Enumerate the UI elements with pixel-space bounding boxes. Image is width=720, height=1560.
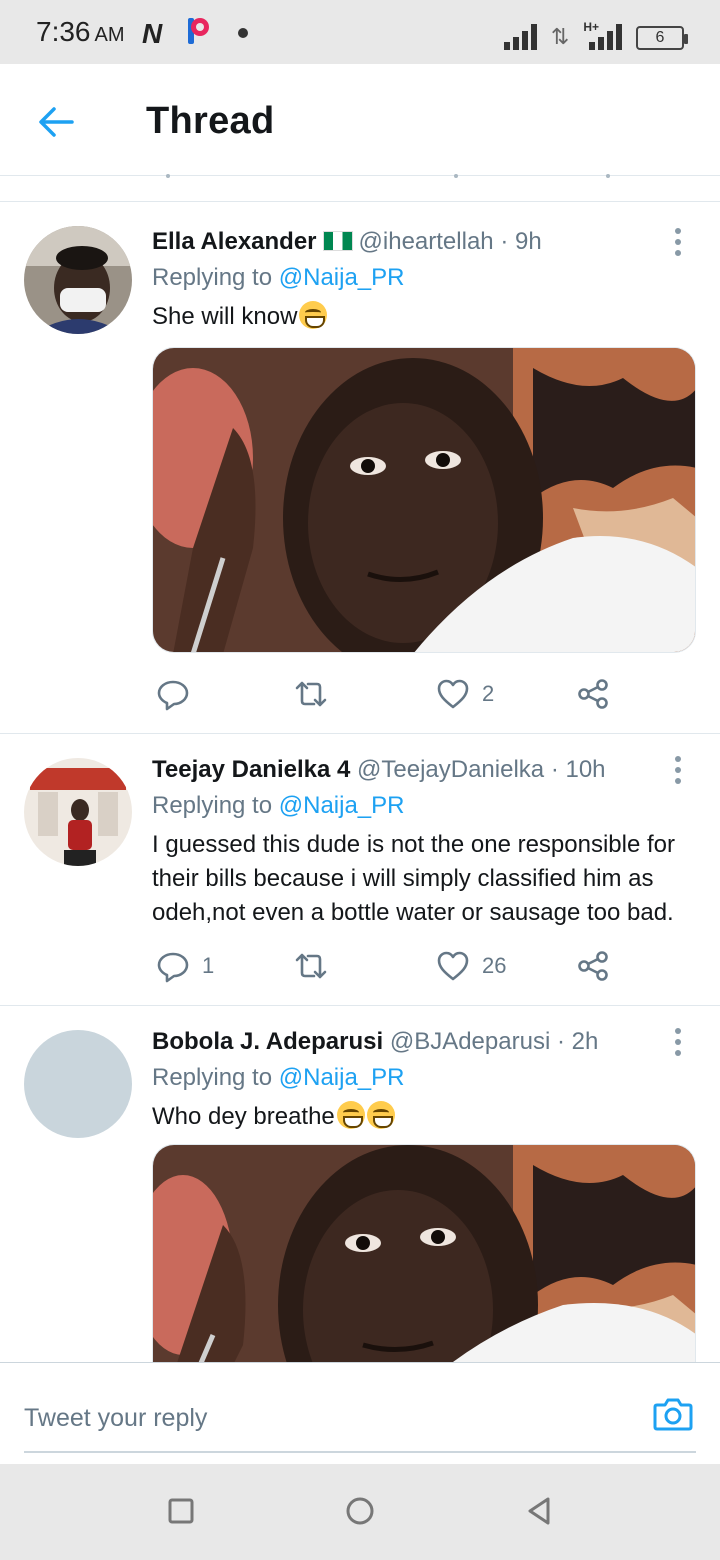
- author-name[interactable]: Bobola J. Adeparusi: [152, 1028, 383, 1055]
- camera-icon[interactable]: [652, 1393, 694, 1435]
- mention-link[interactable]: @Naija_PR: [279, 792, 405, 819]
- tweet-time: 2h: [571, 1028, 599, 1055]
- mention-link[interactable]: @Naija_PR: [279, 264, 405, 291]
- tweet-text-content: She will know: [152, 303, 298, 330]
- avatar[interactable]: [24, 1030, 132, 1138]
- home-icon[interactable]: [343, 1494, 377, 1528]
- status-time: 7:36 AM: [36, 16, 125, 47]
- notification-n-icon: N: [142, 18, 163, 49]
- page-title: Thread: [146, 100, 275, 142]
- tweet-actions: 1 26: [152, 946, 672, 986]
- tweet-text: She will know: [152, 300, 700, 334]
- tweet-text-content: Who dey breathe: [152, 1103, 335, 1130]
- avatar[interactable]: [24, 226, 132, 334]
- separator: ·: [556, 1028, 565, 1055]
- more-vertical-icon[interactable]: [668, 224, 688, 260]
- notification-p-icon: [188, 18, 209, 44]
- author-handle[interactable]: @iheartellah: [359, 228, 494, 255]
- share-icon: [578, 679, 608, 709]
- replying-prefix: Replying to: [152, 792, 273, 819]
- arrow-left-icon[interactable]: [34, 102, 78, 142]
- like-button[interactable]: 2: [436, 674, 494, 714]
- author-handle[interactable]: @BJAdeparusi: [390, 1028, 550, 1055]
- tweet[interactable]: Bobola J. Adeparusi @BJAdeparusi · 2h Re…: [0, 1006, 720, 1362]
- share-icon: [578, 951, 608, 981]
- author-name[interactable]: Ella Alexander: [152, 228, 317, 255]
- retweet-button[interactable]: [294, 674, 340, 714]
- laughing-emoji-icon: [299, 301, 328, 329]
- tweet-actions: 2: [152, 674, 672, 714]
- battery-icon: 6: [636, 26, 688, 50]
- previous-tweet-edge: [0, 174, 720, 202]
- mention-link[interactable]: @Naija_PR: [279, 1064, 405, 1091]
- retweet-icon: [295, 681, 327, 707]
- tweet-text: Who dey breathe: [152, 1100, 700, 1134]
- signal-icon: [503, 24, 537, 50]
- author-name[interactable]: Teejay Danielka 4: [152, 756, 350, 783]
- tweet-image[interactable]: [152, 347, 696, 653]
- more-vertical-icon[interactable]: [668, 1024, 688, 1060]
- tweet-header: Bobola J. Adeparusi @BJAdeparusi · 2h: [152, 1028, 598, 1056]
- share-button[interactable]: [576, 674, 610, 714]
- tweet-time: 9h: [514, 228, 542, 255]
- tweet[interactable]: Ella Alexander @iheartellah · 9h Replying…: [0, 202, 720, 734]
- reply-button[interactable]: 1: [156, 946, 214, 986]
- tweet-image[interactable]: [152, 1144, 696, 1362]
- author-handle[interactable]: @TeejayDanielka: [357, 756, 544, 783]
- reply-count: 1: [202, 953, 215, 978]
- replying-prefix: Replying to: [152, 264, 273, 291]
- avatar[interactable]: [24, 758, 132, 866]
- status-bar: 7:36 AM N ⇅ H+ 6: [0, 0, 720, 64]
- replying-to: Replying to @Naija_PR: [152, 264, 405, 292]
- separator: ·: [500, 228, 509, 255]
- share-button[interactable]: [576, 946, 610, 986]
- separator: ·: [550, 756, 559, 783]
- reply-input[interactable]: [24, 1385, 696, 1453]
- replying-to: Replying to @Naija_PR: [152, 792, 405, 820]
- reply-button[interactable]: [156, 674, 202, 714]
- network-type-label: H+: [583, 20, 599, 34]
- reply-icon: [157, 680, 189, 711]
- retweet-icon: [295, 953, 327, 979]
- grinning-emoji-icon: [366, 1101, 395, 1129]
- replying-prefix: Replying to: [152, 1064, 273, 1091]
- tweet-header: Teejay Danielka 4 @TeejayDanielka · 10h: [152, 756, 606, 784]
- tweet-time: 10h: [565, 756, 606, 783]
- reply-bar: [0, 1362, 720, 1464]
- replying-to: Replying to @Naija_PR: [152, 1064, 405, 1092]
- notification-dot-icon: [238, 28, 248, 38]
- tweet-text: I guessed this dude is not the one respo…: [152, 831, 676, 926]
- thread-header: Thread: [0, 64, 720, 176]
- more-vertical-icon[interactable]: [668, 752, 688, 788]
- like-button[interactable]: 26: [436, 946, 506, 986]
- system-nav-bar: [0, 1464, 720, 1560]
- nigeria-flag-icon: [322, 231, 353, 251]
- tweet-header: Ella Alexander @iheartellah · 9h: [152, 228, 542, 256]
- tweet[interactable]: Teejay Danielka 4 @TeejayDanielka · 10h …: [0, 734, 720, 1006]
- like-count: 2: [482, 681, 495, 706]
- like-count: 26: [482, 953, 507, 978]
- status-indicators: ⇅ H+ 6: [503, 14, 688, 50]
- retweet-button[interactable]: [294, 946, 340, 986]
- heart-icon: [437, 679, 469, 709]
- grinning-emoji-icon: [336, 1101, 365, 1129]
- back-nav-icon[interactable]: [522, 1494, 556, 1528]
- recent-apps-icon[interactable]: [164, 1494, 198, 1528]
- reply-icon: [157, 952, 189, 983]
- data-arrows-icon: ⇅: [550, 24, 570, 49]
- heart-icon: [437, 951, 469, 981]
